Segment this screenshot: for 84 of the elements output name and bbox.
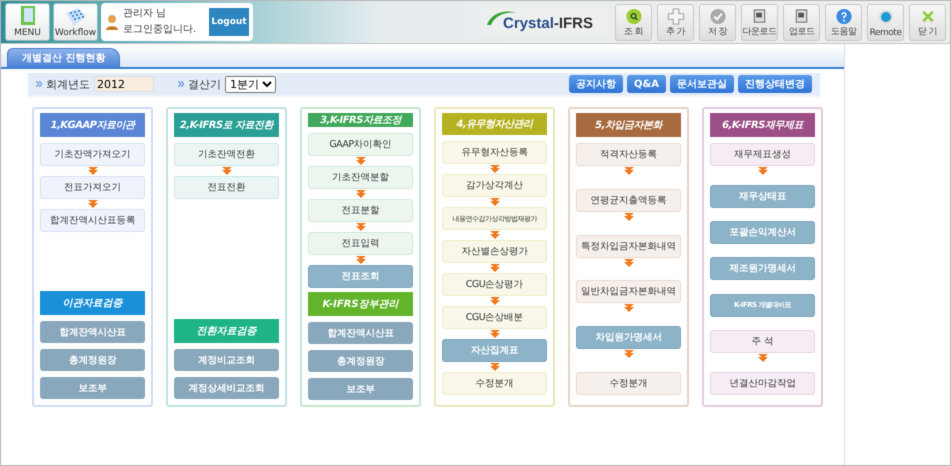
toolbar-button[interactable]: 저 장 <box>699 4 736 40</box>
toolbar-button[interactable]: 닫 기 <box>909 4 946 40</box>
period-select[interactable]: 1분기 <box>225 76 276 92</box>
step-button[interactable]: 감가상각계산 <box>442 174 547 197</box>
arrow-icon <box>88 167 98 175</box>
arrow-icon <box>88 200 98 208</box>
step-button[interactable]: 수정분개 <box>442 372 547 395</box>
arrow-icon <box>490 297 500 305</box>
bullet-icon <box>178 81 184 87</box>
menu-button[interactable]: MENU <box>5 3 50 41</box>
user-name: 관리자 님 <box>123 7 168 21</box>
arrow-icon <box>490 198 500 206</box>
arrow-icon <box>356 256 366 264</box>
menu-button[interactable]: Workflow <box>53 3 98 41</box>
plus-icon <box>666 8 684 24</box>
step-button[interactable]: 수정분개 <box>576 372 681 395</box>
action-button[interactable]: Q&A <box>627 75 666 93</box>
column-header: 6,K-IFRS재무제표 <box>710 113 815 137</box>
arrow-icon <box>490 165 500 173</box>
year-label: 회계년도 <box>46 76 90 92</box>
arrow-icon <box>624 212 634 221</box>
step-button[interactable]: 전표입력 <box>308 232 413 255</box>
step-button[interactable]: 주 석 <box>710 330 815 353</box>
check-icon <box>708 8 726 24</box>
toolbar-button[interactable]: 다운로드 <box>741 4 778 40</box>
arrow-icon <box>758 167 768 175</box>
step-button[interactable]: 전표분할 <box>308 199 413 222</box>
step-button[interactable]: 기초잔액분할 <box>308 166 413 189</box>
step-button[interactable]: 연평균지출액등록 <box>576 188 681 212</box>
arrow-icon <box>490 363 500 371</box>
step-button[interactable]: 유무형자산등록 <box>442 141 547 164</box>
step-button[interactable]: GAAP차이확인 <box>308 133 413 156</box>
toolbar-button[interactable]: Remote <box>867 4 904 40</box>
arrow-icon <box>490 330 500 338</box>
section-header: K-IFRS장부관리 <box>308 292 413 316</box>
arrow-icon <box>758 354 768 362</box>
toolbar-button[interactable]: 추 가 <box>657 4 694 40</box>
section-header: 전환자료검증 <box>174 319 279 343</box>
year-field[interactable]: 2012 <box>94 76 154 92</box>
toolbar-button[interactable]: 조 회 <box>615 4 652 40</box>
arrow-icon <box>624 350 634 358</box>
step-button[interactable]: 전표전환 <box>174 176 279 199</box>
action-button[interactable]: 진행상태변경 <box>738 75 812 93</box>
bullet-icon <box>36 81 42 87</box>
step-button[interactable]: CGU손상배분 <box>442 306 547 329</box>
step-button[interactable]: 전표가져오기 <box>40 176 145 199</box>
logo: Crystal-IFRS <box>481 8 608 36</box>
section-header: 이관자료검증 <box>40 291 145 315</box>
column-header: 1,KGAAP자료이관 <box>40 113 145 137</box>
step-button[interactable]: 합계잔액시산표등록 <box>40 209 145 232</box>
arrow-icon <box>222 167 232 175</box>
toolbar-button[interactable]: 도움말 <box>825 4 862 40</box>
action-button[interactable]: 공지사항 <box>569 75 624 93</box>
period-label: 결산기 <box>188 76 221 92</box>
login-status: 로그인중입니다. <box>123 23 196 37</box>
arrow-icon <box>490 264 500 272</box>
grid-icon <box>64 7 88 27</box>
step-button[interactable]: 기초잔액가져오기 <box>40 143 145 166</box>
step-button[interactable]: 적격자산등록 <box>576 143 681 166</box>
column-header: 5,차입금자본화 <box>576 113 681 137</box>
column-header: 3,K-IFRS자료조정 <box>308 113 413 127</box>
help-icon <box>834 8 852 24</box>
step-button[interactable]: 자산별손상평가 <box>442 240 547 263</box>
column-header: 4,유무형자산관리 <box>442 113 547 135</box>
step-button[interactable]: 일반차입금자본화내역 <box>576 280 681 304</box>
arrow-icon <box>356 190 366 198</box>
step-button[interactable]: 재무제표생성 <box>710 143 815 166</box>
user-icon <box>105 14 119 30</box>
column-header: 2,K-IFRS로 자료전환 <box>174 113 279 137</box>
step-button[interactable]: CGU손상평가 <box>442 273 547 296</box>
arrow-icon <box>624 258 634 267</box>
arrow-icon <box>490 231 500 239</box>
arrow-icon <box>624 304 634 312</box>
logout-button[interactable]: Logout <box>209 8 249 36</box>
arrow-icon <box>356 223 366 231</box>
action-button[interactable]: 문서보관실 <box>670 75 734 93</box>
arrow-icon <box>624 167 634 175</box>
toolbar-button[interactable]: 업로드 <box>783 4 820 40</box>
step-button[interactable]: 특정차입금자본화내역 <box>576 234 681 258</box>
dot-icon <box>876 8 894 26</box>
search-icon <box>624 8 642 24</box>
arrow-icon <box>356 157 366 165</box>
step-button[interactable]: 기초잔액전환 <box>174 143 279 166</box>
step-button[interactable]: 년결산마감작업 <box>710 372 815 395</box>
